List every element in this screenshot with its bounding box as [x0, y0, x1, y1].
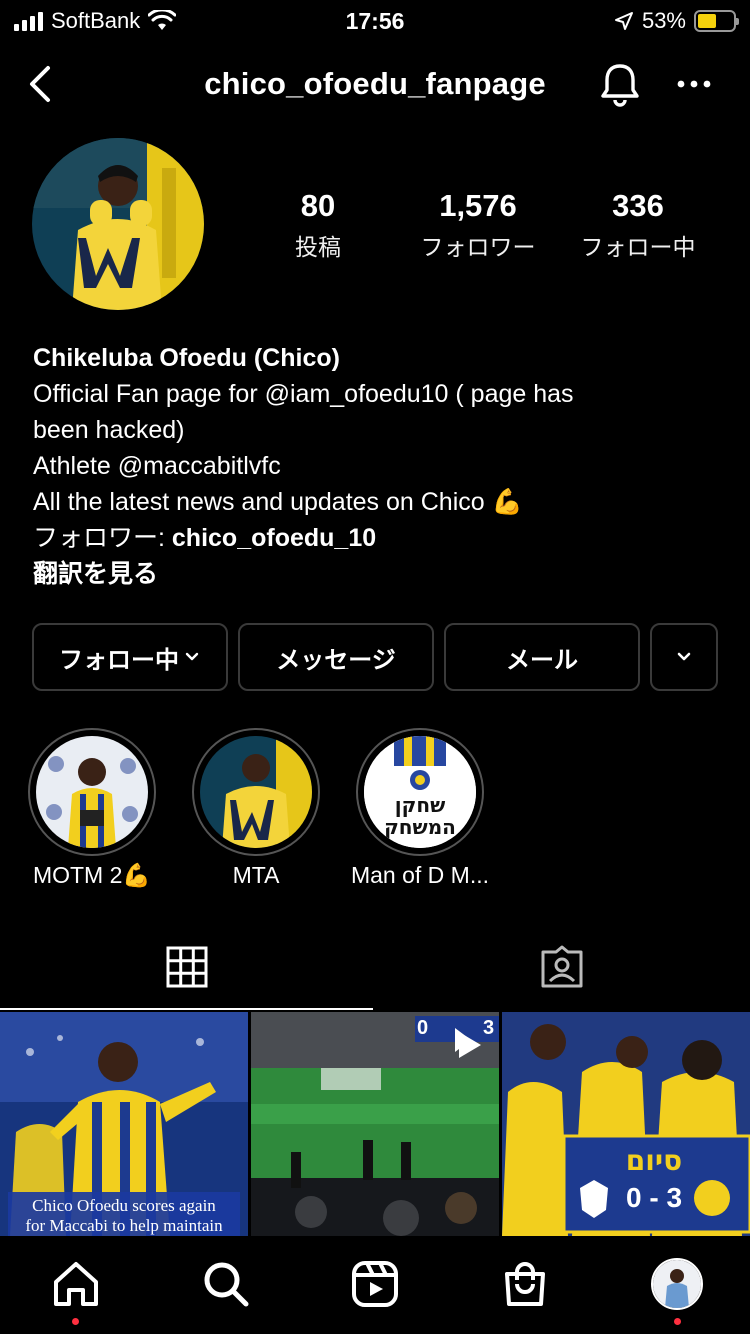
- suggested-dropdown-button[interactable]: [650, 623, 718, 691]
- video-play-icon: [459, 1032, 481, 1058]
- bio-line: All the latest news and updates on Chico…: [33, 488, 523, 516]
- bio-line: Official Fan page for @iam_ofoedu10 ( pa…: [33, 380, 574, 408]
- email-button[interactable]: メール: [444, 623, 640, 691]
- highlight-label: Man of D M...: [350, 862, 490, 888]
- post-thumbnail[interactable]: סיום 0 - 3: [502, 1012, 750, 1236]
- followers-count: 1,576: [439, 188, 517, 223]
- notification-dot: [72, 1318, 79, 1325]
- following-label: フォロー中: [580, 234, 696, 260]
- search-icon[interactable]: [200, 1258, 252, 1310]
- followed-by-prefix: フォロワー:: [33, 524, 172, 552]
- posts-grid: Chico Ofoedu scores again for Maccabi to…: [0, 1012, 750, 1236]
- stat-followers[interactable]: 1,576 フォロワー: [398, 188, 558, 262]
- highlight-cover-image: [200, 736, 312, 848]
- profile-avatar-tab[interactable]: [651, 1258, 703, 1310]
- hebrew-line: המשחק: [384, 815, 456, 839]
- profile-bio: Chikeluba Ofoedu (Chico) Official Fan pa…: [33, 340, 723, 592]
- profile-tabs: [0, 930, 750, 1010]
- post-thumbnail[interactable]: 0 3: [251, 1012, 499, 1236]
- profile-avatar[interactable]: [32, 138, 204, 310]
- reels-icon[interactable]: [349, 1258, 401, 1310]
- email-button-label: メール: [506, 646, 578, 674]
- highlight-hebrew-text: שחקן המשחק: [364, 794, 476, 838]
- following-count: 336: [612, 188, 664, 223]
- highlight-ring: [192, 728, 320, 856]
- story-highlight[interactable]: שחקן המשחק Man of D M...: [351, 728, 489, 888]
- posts-count: 80: [300, 188, 336, 223]
- highlight-ring: [28, 728, 156, 856]
- caption-line: Chico Ofoedu scores again: [32, 1196, 216, 1215]
- profile-stats: 80 投稿 1,576 フォロワー 336 フォロー中: [238, 188, 738, 268]
- followed-by-line[interactable]: フォロワー: chico_ofoedu_10: [33, 520, 723, 556]
- bio-line: Athlete @maccabitlvfc: [33, 452, 281, 480]
- following-button-label: フォロー中: [59, 646, 179, 674]
- followed-by-username: chico_ofoedu_10: [171, 524, 377, 552]
- following-button[interactable]: フォロー中: [32, 623, 228, 691]
- notification-dot: [674, 1318, 681, 1325]
- grid-icon[interactable]: [166, 946, 208, 988]
- battery-icon: [694, 10, 739, 32]
- final-score: 0 - 3: [625, 1182, 683, 1213]
- profile-header: chico_ofoedu_fanpage: [0, 52, 750, 116]
- posts-label: 投稿: [295, 234, 341, 260]
- location-arrow-icon: [614, 12, 633, 30]
- active-tab-indicator: [0, 1008, 373, 1010]
- hebrew-line: שחקן: [394, 793, 446, 817]
- followers-label: フォロワー: [420, 234, 536, 260]
- highlight-cover-image: [36, 736, 148, 848]
- story-highlight[interactable]: MOTM 2💪: [28, 728, 156, 888]
- post-caption: Chico Ofoedu scores again for Maccabi to…: [0, 1196, 248, 1236]
- post-thumbnail[interactable]: Chico Ofoedu scores again for Maccabi to…: [0, 1012, 248, 1236]
- chevron-down-icon: [185, 652, 199, 661]
- caption-line: for Maccabi to help maintain: [25, 1216, 223, 1235]
- tagged-icon[interactable]: [539, 944, 585, 990]
- profile-display-name: Chikeluba Ofoedu (Chico): [33, 344, 340, 372]
- more-dots-icon[interactable]: [672, 62, 718, 106]
- avatar-photo: [32, 138, 204, 310]
- bell-icon[interactable]: [596, 60, 644, 108]
- stat-following[interactable]: 336 フォロー中: [558, 188, 718, 262]
- translate-link[interactable]: 翻訳を見る: [33, 556, 723, 592]
- scoreboard-home-score: 0: [417, 1017, 429, 1039]
- battery-percent: 53%: [641, 8, 686, 33]
- final-word-hebrew: סיום: [625, 1144, 683, 1177]
- stat-posts[interactable]: 80 投稿: [238, 188, 398, 262]
- highlight-ring: שחקן המשחק: [356, 728, 484, 856]
- highlight-cover-image: שחקן המשחק: [364, 736, 476, 848]
- home-icon[interactable]: [50, 1258, 102, 1310]
- message-button[interactable]: メッセージ: [238, 623, 434, 691]
- message-button-label: メッセージ: [276, 646, 396, 674]
- shop-bag-icon[interactable]: [499, 1258, 551, 1310]
- bottom-nav: [0, 1236, 750, 1334]
- battery-fill: [698, 14, 717, 28]
- bio-line: been hacked): [33, 416, 185, 444]
- chevron-down-icon: [677, 652, 691, 661]
- status-right: 53%: [614, 8, 739, 34]
- status-bar: SoftBank 17:56 53%: [0, 0, 750, 44]
- story-highlight[interactable]: MTA: [192, 728, 320, 888]
